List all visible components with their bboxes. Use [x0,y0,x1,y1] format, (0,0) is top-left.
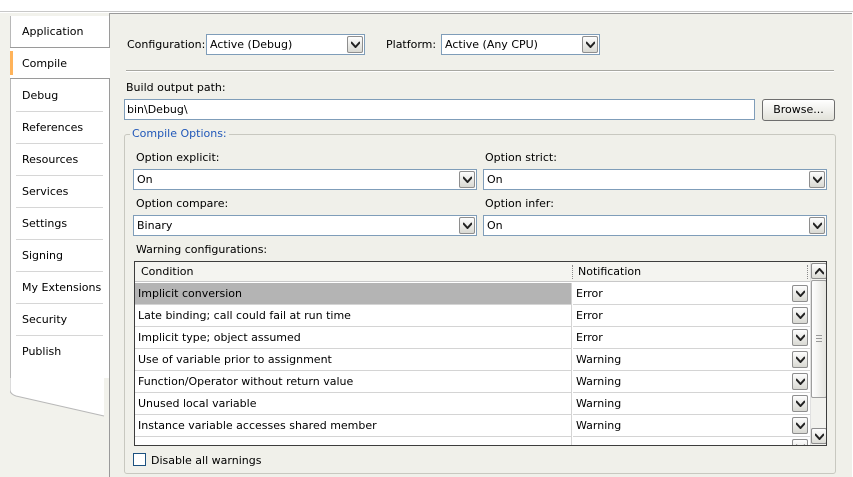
warning-configurations-grid: Condition Notification Implicit conversi… [134,261,827,446]
option-explicit-dropdown[interactable]: On [133,169,477,190]
disable-all-warnings-checkbox[interactable] [133,453,146,466]
notification-dropdown[interactable]: Warning [573,371,810,393]
platform-label: Platform: [386,38,437,51]
condition-cell: Unused local variable [135,393,572,415]
notification-value: Error [576,331,603,344]
option-strict-value: On [487,173,503,186]
condition-cell: Late binding; call could fail at run tim… [135,305,572,327]
tab-security[interactable]: Security [10,304,103,336]
tab-my-extensions[interactable]: My Extensions [10,272,103,304]
scroll-up-button[interactable] [811,263,826,279]
column-header-notification[interactable]: Notification [572,262,808,282]
condition-cell: Implicit conversion [135,283,572,305]
chevron-down-icon [582,36,598,53]
tab-strip-tail [10,378,105,417]
column-divider [807,265,808,279]
chevron-down-icon [792,439,808,445]
option-infer-value: On [487,219,503,232]
chevron-down-icon [792,329,808,346]
build-output-path-input[interactable]: bin\Debug\ [124,99,755,120]
option-explicit-label: Option explicit: [136,151,220,164]
condition-cell: Implicit type; object assumed [135,327,572,349]
compile-options-title: Compile Options: [130,127,229,140]
option-compare-label: Option compare: [136,197,229,210]
table-row[interactable]: Implicit type; object assumed Error [135,327,810,349]
configuration-value: Active (Debug) [210,38,293,51]
grid-vertical-scrollbar[interactable] [810,262,826,445]
table-row[interactable]: Late binding; call could fail at run tim… [135,305,810,327]
chevron-down-icon [347,36,363,53]
chevron-down-icon [792,395,808,412]
table-row[interactable]: Instance variable accesses shared member… [135,415,810,437]
condition-cell: Instance variable accesses shared member [135,415,572,437]
tab-publish[interactable]: Publish [10,336,103,368]
notification-dropdown[interactable]: Error [573,305,810,327]
scrollbar-thumb[interactable] [811,280,826,398]
chevron-down-icon [792,373,808,390]
chevron-down-icon [792,285,808,302]
chevron-up-icon [815,268,824,275]
build-output-path-label: Build output path: [126,81,226,94]
top-border [0,0,853,12]
condition-cell [135,437,572,445]
option-compare-value: Binary [137,219,173,232]
option-explicit-value: On [137,173,153,186]
scroll-down-button[interactable] [811,428,826,444]
notification-value: Warning [576,353,622,366]
chevron-down-icon [459,171,475,188]
condition-cell: Use of variable prior to assignment [135,349,572,371]
configuration-dropdown[interactable]: Active (Debug) [206,34,365,55]
tab-references[interactable]: References [10,112,103,144]
table-row[interactable]: Function/Operator without return value W… [135,371,810,393]
tab-debug[interactable]: Debug [10,80,103,112]
tab-resources[interactable]: Resources [10,144,103,176]
warning-configurations-label: Warning configurations: [136,243,268,256]
notification-dropdown[interactable] [573,437,810,445]
notification-dropdown[interactable]: Error [573,283,810,305]
tab-settings[interactable]: Settings [10,208,103,240]
chevron-down-icon [809,171,825,188]
notification-dropdown[interactable]: Error [573,327,810,349]
tab-signing[interactable]: Signing [10,240,103,272]
notification-value: Warning [576,397,622,410]
notification-value: Warning [576,419,622,432]
table-row[interactable]: Unused local variable Warning [135,393,810,415]
chevron-down-icon [792,351,808,368]
chevron-down-icon [809,217,825,234]
platform-dropdown[interactable]: Active (Any CPU) [441,34,600,55]
option-compare-dropdown[interactable]: Binary [133,215,477,236]
option-strict-dropdown[interactable]: On [483,169,827,190]
configuration-label: Configuration: [127,38,206,51]
browse-button[interactable]: Browse... [762,99,835,121]
table-row[interactable]: Use of variable prior to assignment Warn… [135,349,810,371]
option-infer-dropdown[interactable]: On [483,215,827,236]
table-row[interactable]: Implicit conversion Error [135,283,810,305]
disable-all-warnings-label: Disable all warnings [151,454,262,467]
grid-header: Condition Notification [135,262,810,282]
notification-value: Error [576,287,603,300]
chevron-down-icon [459,217,475,234]
tab-services[interactable]: Services [10,176,103,208]
platform-value: Active (Any CPU) [445,38,538,51]
separator [126,70,834,72]
grip-icon [816,335,822,342]
option-infer-label: Option infer: [485,197,554,210]
notification-dropdown[interactable]: Warning [573,349,810,371]
option-strict-label: Option strict: [485,151,557,164]
chevron-down-icon [792,307,808,324]
notification-value: Error [576,309,603,322]
table-row[interactable] [135,437,810,445]
chevron-down-icon [815,433,824,440]
column-header-condition[interactable]: Condition [135,262,572,282]
tab-compile[interactable]: Compile [10,47,110,79]
chevron-down-icon [792,417,808,434]
notification-value: Warning [576,375,622,388]
tab-application[interactable]: Application [10,16,103,48]
notification-dropdown[interactable]: Warning [573,393,810,415]
notification-dropdown[interactable]: Warning [573,415,810,437]
condition-cell: Function/Operator without return value [135,371,572,393]
